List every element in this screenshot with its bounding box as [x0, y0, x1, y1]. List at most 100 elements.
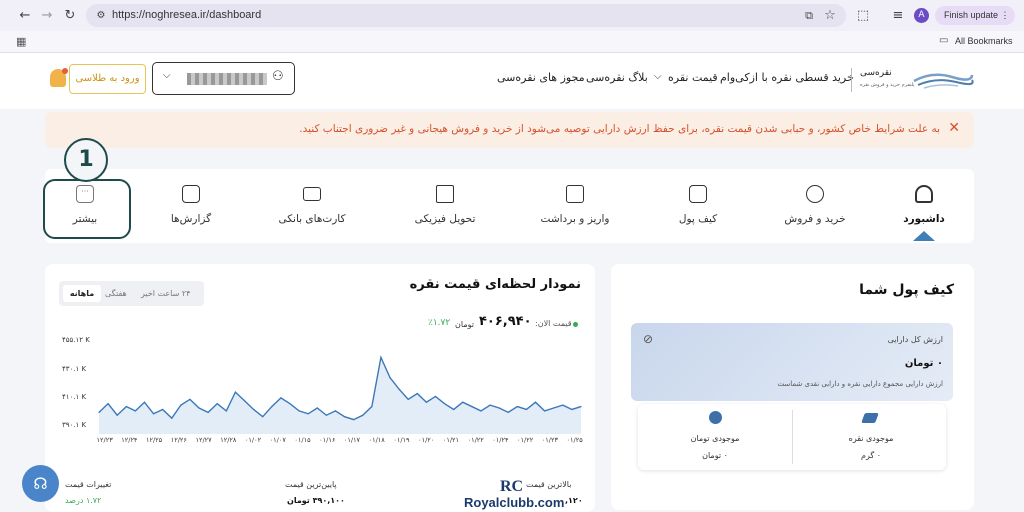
price-point [189, 398, 191, 400]
active-tab-indicator [913, 231, 935, 241]
install-icon[interactable]: ⧉ [801, 8, 817, 24]
price-point [325, 414, 327, 416]
price-point [353, 418, 355, 421]
x-tick: ۱۲/۲۸ [220, 436, 237, 444]
price-change: ٪۱.۷۲ [428, 318, 451, 328]
toman-label: موجودی تومان [690, 434, 740, 443]
period-selector: ماهانه هفتگی ۲۴ ساعت اخیر [59, 281, 204, 306]
chevron-down-icon[interactable]: ⌵ [163, 70, 171, 81]
nav-silver-price[interactable]: قیمت نقره [668, 71, 718, 84]
browser-toolbar: ← → ↻ ⚙ https://noghresea.ir/dashboard ⧉… [0, 0, 1024, 31]
price-point [116, 414, 118, 416]
forward-icon[interactable]: → [39, 8, 55, 24]
price-point [134, 410, 136, 412]
star-icon[interactable]: ☆ [822, 8, 838, 24]
nav-licenses[interactable]: مجوز های نقره‌سی [497, 71, 585, 84]
tab-label: تحویل فیزیکی [414, 213, 476, 225]
price-point [362, 414, 364, 416]
price-point [107, 403, 109, 405]
support-chat-icon[interactable]: ☊ [22, 465, 59, 502]
price-point [571, 408, 573, 411]
period-monthly[interactable]: ماهانه [63, 285, 101, 302]
chevron-down-icon[interactable]: ⌵ [654, 71, 662, 82]
eye-off-icon[interactable]: ⊘ [643, 332, 653, 346]
store-icon [436, 185, 454, 203]
tab-physical-delivery[interactable]: تحویل فیزیکی [385, 169, 505, 243]
tab-label: واریز و برداشت [540, 213, 610, 225]
tab-dashboard[interactable]: داشبورد [874, 169, 974, 243]
price-point [253, 408, 255, 411]
extensions-icon[interactable]: ⬚ [855, 8, 871, 24]
bookmarks-bar: ▦ ▭ All Bookmarks [0, 31, 1024, 53]
notification-dot [62, 68, 68, 74]
price-point [216, 403, 218, 405]
logo-text: نقره‌سی [860, 68, 892, 78]
price-point [307, 413, 309, 415]
price-point [234, 391, 237, 393]
watermark-text: Royalclubb.com [464, 495, 565, 510]
nav-installment[interactable]: خرید قسطی نقره با ازکی‌وام [720, 71, 854, 84]
price-point [243, 400, 246, 402]
y-tick: ۴۱۰.۱ K [62, 393, 87, 401]
tab-reports[interactable]: گزارش‌ها [140, 169, 242, 243]
apps-icon[interactable]: ▦ [16, 35, 26, 48]
price-point [516, 405, 518, 408]
price-point [171, 417, 173, 419]
logo-divider [851, 68, 852, 92]
silver-value: ۰ گرم [860, 451, 881, 460]
media-icon[interactable]: ≡ [890, 8, 906, 24]
x-tick: ۱۲/۲۶ [170, 436, 187, 444]
user-icon: ⚇ [272, 69, 284, 84]
silver-label: موجودی نقره [848, 434, 894, 443]
price-point [262, 416, 264, 418]
tab-wallet[interactable]: کیف پول [638, 169, 758, 243]
nav-blog[interactable]: بلاگ نقره‌سی [586, 71, 648, 84]
logo-icon[interactable] [912, 67, 974, 91]
site-info-icon[interactable]: ⚙ [93, 8, 109, 24]
y-tick: ۳۹۰.۱ K [62, 421, 87, 429]
price-point [371, 405, 373, 408]
period-weekly[interactable]: هفتگی [105, 289, 127, 298]
all-bookmarks-link[interactable]: All Bookmarks [955, 36, 1013, 46]
profile-avatar[interactable]: A [914, 8, 929, 23]
balances-box: موجودی نقره ۰ گرم موجودی تومان ۰ تومان [638, 404, 946, 470]
price-line-chart[interactable] [97, 334, 583, 434]
chart-area-fill [99, 357, 581, 434]
price-point [398, 388, 400, 390]
gold-login-button[interactable]: ورود به طلاسی [69, 64, 146, 94]
x-tick: ۰۱/۲۲ [517, 436, 534, 444]
price-point [198, 407, 200, 409]
price-point [443, 403, 446, 405]
finish-update-button[interactable]: Finish update ⋮ [935, 6, 1015, 25]
price-point [562, 404, 564, 406]
tab-label: خرید و فروش [784, 213, 846, 225]
tab-deposit-withdraw[interactable]: واریز و برداشت [515, 169, 635, 243]
price-point [434, 395, 437, 398]
price-point [152, 413, 155, 415]
price-point [162, 408, 164, 411]
price-point [407, 398, 409, 400]
reload-icon[interactable]: ↻ [62, 8, 78, 24]
period-24h[interactable]: ۲۴ ساعت اخیر [141, 289, 190, 298]
price-point [334, 410, 337, 412]
x-tick: ۰۱/۲۴ [492, 436, 509, 444]
tab-buy-sell[interactable]: خرید و فروش [755, 169, 875, 243]
price-point [416, 392, 418, 395]
price-point [298, 410, 300, 412]
x-tick: ۰۱/۲۰ [418, 436, 435, 444]
lowest-value: ۳۹۰,۱۰۰ تومان [287, 496, 345, 505]
current-price-label: قیمت الان: [535, 319, 572, 328]
url-text[interactable]: https://noghresea.ir/dashboard [112, 9, 261, 21]
price-point [143, 401, 146, 403]
current-price-value: ۴۰۶,۹۴۰ [479, 314, 532, 329]
total-desc: ارزش دارایی مجموع دارایی نقره و دارایی ن… [777, 380, 944, 388]
back-icon[interactable]: ← [17, 8, 33, 24]
x-tick: ۱۲/۲۵ [146, 436, 163, 444]
silver-bar-icon [861, 413, 879, 423]
x-tick: ۰۱/۱۹ [393, 436, 410, 444]
close-icon[interactable]: ✕ [948, 120, 960, 136]
price-point [180, 404, 182, 406]
x-tick: ۰۱/۱۶ [319, 436, 336, 444]
tab-bank-cards[interactable]: کارت‌های بانکی [252, 169, 372, 243]
price-point [316, 407, 318, 409]
